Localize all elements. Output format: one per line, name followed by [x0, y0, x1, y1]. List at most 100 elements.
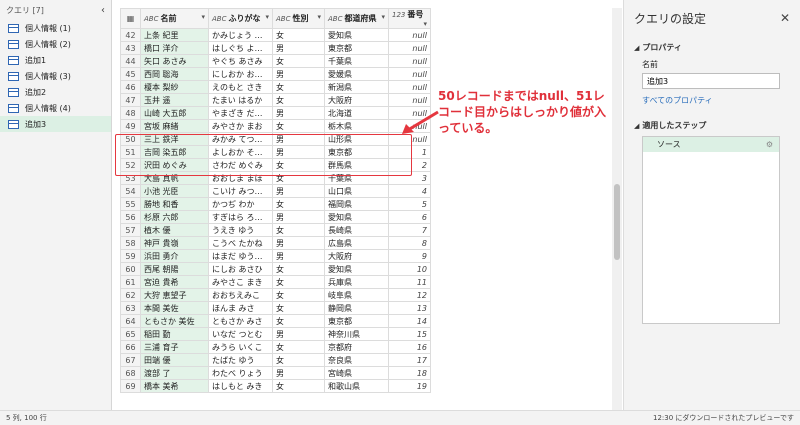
- table-cell[interactable]: みやさか まお: [208, 119, 273, 133]
- table-cell[interactable]: ともさか 美佐: [140, 314, 209, 328]
- row-number[interactable]: 55: [120, 197, 141, 211]
- close-icon[interactable]: ✕: [780, 11, 790, 25]
- table-cell[interactable]: 12: [388, 288, 431, 302]
- table-cell[interactable]: 10: [388, 262, 431, 276]
- table-cell[interactable]: 女: [272, 158, 325, 172]
- row-number[interactable]: 49: [120, 119, 141, 133]
- table-cell[interactable]: 男: [272, 327, 325, 341]
- column-type-icon[interactable]: ABC: [212, 15, 226, 23]
- table-cell[interactable]: 女: [272, 119, 325, 133]
- query-name-input[interactable]: [642, 73, 780, 89]
- row-number[interactable]: 53: [120, 171, 141, 185]
- row-number[interactable]: 46: [120, 80, 141, 94]
- table-cell[interactable]: 静岡県: [324, 301, 389, 315]
- table-cell[interactable]: 稲田 勤: [140, 327, 209, 341]
- table-cell[interactable]: 19: [388, 379, 431, 393]
- table-cell[interactable]: 4: [388, 184, 431, 198]
- table-cell[interactable]: 女: [272, 54, 325, 68]
- table-cell[interactable]: 矢口 あさみ: [140, 54, 209, 68]
- table-cell[interactable]: 7: [388, 223, 431, 237]
- applied-step-item[interactable]: ソース ⚙: [643, 137, 779, 152]
- scrollbar-thumb[interactable]: [614, 184, 620, 260]
- filter-dropdown-icon[interactable]: ▾: [201, 13, 205, 21]
- table-cell[interactable]: 女: [272, 93, 325, 107]
- table-cell[interactable]: みうら いくこ: [208, 340, 273, 354]
- table-cell[interactable]: おおちえみこ: [208, 288, 273, 302]
- table-cell[interactable]: 山崎 大五郎: [140, 106, 209, 120]
- table-cell[interactable]: 11: [388, 275, 431, 289]
- table-cell[interactable]: 大島 真帆: [140, 171, 209, 185]
- table-cell[interactable]: 千葉県: [324, 171, 389, 185]
- table-cell[interactable]: null: [388, 80, 431, 94]
- row-number[interactable]: 69: [120, 379, 141, 393]
- table-cell[interactable]: 玉井 遥: [140, 93, 209, 107]
- properties-section[interactable]: ◢ プロパティ: [634, 42, 790, 53]
- row-number[interactable]: 43: [120, 41, 141, 55]
- table-cell[interactable]: 渡部 了: [140, 366, 209, 380]
- filter-dropdown-icon[interactable]: ▾: [423, 20, 427, 28]
- table-cell[interactable]: 浜田 勇介: [140, 249, 209, 263]
- table-cell[interactable]: みかみ てつひ…: [208, 132, 273, 146]
- table-cell[interactable]: 山形県: [324, 132, 389, 146]
- table-cell[interactable]: 女: [272, 314, 325, 328]
- column-type-icon[interactable]: ABC: [328, 15, 342, 23]
- row-number[interactable]: 68: [120, 366, 141, 380]
- table-cell[interactable]: 植木 優: [140, 223, 209, 237]
- table-cell[interactable]: 神奈川県: [324, 327, 389, 341]
- table-cell[interactable]: こいけ みつお…: [208, 184, 273, 198]
- table-cell[interactable]: 吉岡 染五郎: [140, 145, 209, 159]
- row-number[interactable]: 52: [120, 158, 141, 172]
- table-cell[interactable]: はしもと みき: [208, 379, 273, 393]
- table-cell[interactable]: 男: [272, 106, 325, 120]
- filter-dropdown-icon[interactable]: ▾: [381, 13, 385, 21]
- table-cell[interactable]: たまい はるか: [208, 93, 273, 107]
- table-cell[interactable]: null: [388, 54, 431, 68]
- table-cell[interactable]: よしおか そめ…: [208, 145, 273, 159]
- table-cell[interactable]: 西岡 聡海: [140, 67, 209, 81]
- table-cell[interactable]: 榎本 梨紗: [140, 80, 209, 94]
- row-number[interactable]: 44: [120, 54, 141, 68]
- filter-dropdown-icon[interactable]: ▾: [317, 13, 321, 21]
- table-cell[interactable]: 17: [388, 353, 431, 367]
- table-cell[interactable]: 千葉県: [324, 54, 389, 68]
- table-cell[interactable]: にしおか おう…: [208, 67, 273, 81]
- table-cell[interactable]: 男: [272, 210, 325, 224]
- query-item[interactable]: 個人情報 (4): [0, 100, 111, 116]
- table-cell[interactable]: 神戸 貴嶺: [140, 236, 209, 250]
- row-number[interactable]: 54: [120, 184, 141, 198]
- query-item[interactable]: 追加2: [0, 84, 111, 100]
- table-cell[interactable]: 5: [388, 197, 431, 211]
- table-cell[interactable]: 杉原 六郎: [140, 210, 209, 224]
- table-cell[interactable]: 女: [272, 262, 325, 276]
- table-cell[interactable]: 長崎県: [324, 223, 389, 237]
- table-cell[interactable]: ほんま みさ: [208, 301, 273, 315]
- table-cell[interactable]: 岐阜県: [324, 288, 389, 302]
- table-cell[interactable]: 福岡県: [324, 197, 389, 211]
- table-cell[interactable]: 東京都: [324, 145, 389, 159]
- table-cell[interactable]: 男: [272, 249, 325, 263]
- table-cell[interactable]: うえき ゆう: [208, 223, 273, 237]
- table-cell[interactable]: 京都府: [324, 340, 389, 354]
- column-header[interactable]: ABC 都道府県 ▾: [324, 8, 389, 29]
- table-cell[interactable]: null: [388, 93, 431, 107]
- row-number[interactable]: 61: [120, 275, 141, 289]
- row-number[interactable]: 51: [120, 145, 141, 159]
- table-cell[interactable]: 東京都: [324, 314, 389, 328]
- table-cell[interactable]: はしぐち よう…: [208, 41, 273, 55]
- table-cell[interactable]: 愛知県: [324, 210, 389, 224]
- table-cell[interactable]: 小池 光臣: [140, 184, 209, 198]
- column-type-icon[interactable]: 123: [392, 11, 405, 19]
- table-cell[interactable]: 9: [388, 249, 431, 263]
- row-number[interactable]: 64: [120, 314, 141, 328]
- row-number[interactable]: 63: [120, 301, 141, 315]
- vertical-scrollbar[interactable]: [612, 8, 622, 410]
- table-cell[interactable]: 三上 鉄洋: [140, 132, 209, 146]
- table-cell[interactable]: 北海道: [324, 106, 389, 120]
- table-cell[interactable]: ともさか みさ: [208, 314, 273, 328]
- column-header[interactable]: ABC 名前 ▾: [140, 8, 209, 29]
- table-cell[interactable]: 宮坂 麻緒: [140, 119, 209, 133]
- column-header[interactable]: ABC 性別 ▾: [272, 8, 325, 29]
- table-cell[interactable]: 東京都: [324, 41, 389, 55]
- column-header[interactable]: ABC ふりがな ▾: [208, 8, 273, 29]
- table-cell[interactable]: 男: [272, 236, 325, 250]
